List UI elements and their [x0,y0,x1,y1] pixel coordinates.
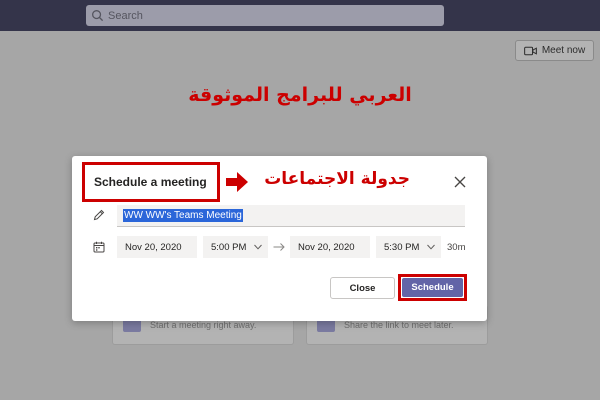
annotation-text: جدولة الاجتماعات [264,169,410,189]
start-date-picker[interactable]: Nov 20, 2020 [117,236,197,258]
end-date-picker[interactable]: Nov 20, 2020 [290,236,370,258]
annotation-arrow-icon [226,172,248,192]
watermark-text: العربي للبرامج الموثوقة [188,84,412,106]
search-input[interactable]: Search [86,5,444,26]
video-icon [523,46,537,55]
start-time-value: 5:00 PM [211,241,247,253]
end-time-value: 5:30 PM [384,241,420,253]
start-date-value: Nov 20, 2020 [125,241,182,253]
duration-label: 30m [447,242,466,253]
card-label: Start a meeting right away. [150,320,257,330]
search-placeholder: Search [108,9,143,22]
pencil-icon [93,209,105,221]
meeting-title-text: WW WW's Teams Meeting [123,209,243,222]
search-icon [92,10,104,22]
top-bar: Search [0,0,600,31]
schedule-button-highlight: Schedule [398,274,467,301]
meet-now-button[interactable]: Meet now [515,40,594,61]
calendar-icon [93,241,105,253]
start-time-dropdown[interactable]: 5:00 PM [203,236,268,258]
close-button[interactable]: Close [330,277,395,299]
end-time-dropdown[interactable]: 5:30 PM [376,236,441,258]
schedule-meeting-dialog: Schedule a meeting جدولة الاجتماعات WW W… [72,156,487,321]
meeting-title-input[interactable]: WW WW's Teams Meeting [117,205,465,227]
card-label: Share the link to meet later. [344,320,454,330]
meet-now-label: Meet now [541,45,586,56]
end-date-value: Nov 20, 2020 [298,241,355,253]
dialog-title: Schedule a meeting [82,162,220,202]
schedule-button[interactable]: Schedule [402,278,463,297]
chevron-down-icon [427,244,435,250]
close-icon[interactable] [454,176,466,188]
arrow-right-icon [273,243,285,251]
dialog-title-text: Schedule a meeting [94,175,207,189]
chevron-down-icon [254,244,262,250]
